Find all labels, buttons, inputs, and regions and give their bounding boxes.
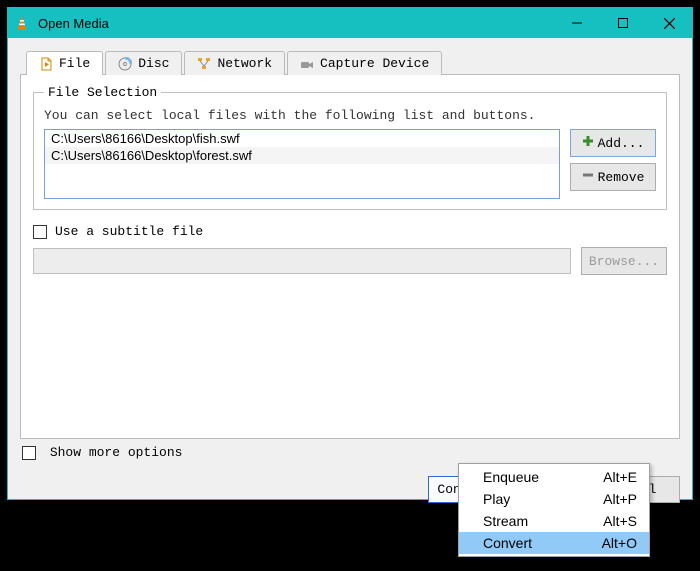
minimize-button[interactable] <box>554 8 600 38</box>
window-title: Open Media <box>38 16 554 31</box>
subtitle-path-input <box>33 248 571 274</box>
file-selection-hint: You can select local files with the foll… <box>44 108 656 123</box>
show-more-checkbox[interactable] <box>22 446 36 460</box>
tabpanel-file: File Selection You can select local file… <box>20 74 680 439</box>
tab-network[interactable]: Network <box>184 51 285 75</box>
tabbar: File Disc Network Capture Device <box>26 50 680 74</box>
tab-label: Disc <box>138 56 169 71</box>
capture-icon <box>300 57 314 71</box>
minus-icon <box>582 169 594 185</box>
tab-capture[interactable]: Capture Device <box>287 51 442 75</box>
subtitle-checkbox-label: Use a subtitle file <box>55 224 203 239</box>
menu-item-label: Stream <box>483 513 603 529</box>
subtitle-checkbox[interactable] <box>33 225 47 239</box>
menu-item-label: Play <box>483 491 603 507</box>
tab-file[interactable]: File <box>26 51 103 75</box>
content-area: File Disc Network Capture Device <box>8 38 692 468</box>
menu-play[interactable]: Play Alt+P <box>459 488 649 510</box>
browse-button-label: Browse... <box>589 254 659 269</box>
remove-button[interactable]: Remove <box>570 163 656 191</box>
open-media-window: Open Media File Disc <box>7 7 693 500</box>
remove-button-label: Remove <box>598 170 645 185</box>
tab-label: Network <box>217 56 272 71</box>
plus-icon <box>582 135 594 151</box>
file-list[interactable]: C:\Users\86166\Desktop\fish.swf C:\Users… <box>44 129 560 199</box>
browse-button: Browse... <box>581 247 667 275</box>
disc-icon <box>118 57 132 71</box>
tab-disc[interactable]: Disc <box>105 51 182 75</box>
subtitle-row: Use a subtitle file <box>33 224 667 239</box>
menu-item-label: Enqueue <box>483 469 603 485</box>
menu-item-accel: Alt+O <box>602 535 637 551</box>
network-icon <box>197 57 211 71</box>
menu-item-accel: Alt+S <box>603 513 637 529</box>
file-selection-legend: File Selection <box>44 85 161 100</box>
add-button[interactable]: Add... <box>570 129 656 157</box>
tab-label: Capture Device <box>320 56 429 71</box>
file-icon <box>39 57 53 71</box>
file-list-item[interactable]: C:\Users\86166\Desktop\fish.swf <box>45 130 559 147</box>
menu-item-accel: Alt+E <box>603 469 637 485</box>
file-selection-group: File Selection You can select local file… <box>33 85 667 210</box>
menu-item-label: Convert <box>483 535 602 551</box>
add-button-label: Add... <box>598 136 645 151</box>
menu-stream[interactable]: Stream Alt+S <box>459 510 649 532</box>
show-more-label: Show more options <box>50 445 183 460</box>
menu-enqueue[interactable]: Enqueue Alt+E <box>459 466 649 488</box>
file-list-item[interactable]: C:\Users\86166\Desktop\forest.swf <box>45 147 559 164</box>
titlebar: Open Media <box>8 8 692 38</box>
close-button[interactable] <box>646 8 692 38</box>
menu-item-accel: Alt+P <box>603 491 637 507</box>
menu-convert[interactable]: Convert Alt+O <box>459 532 649 554</box>
maximize-button[interactable] <box>600 8 646 38</box>
vlc-icon <box>14 15 30 31</box>
convert-save-menu: Enqueue Alt+E Play Alt+P Stream Alt+S Co… <box>458 463 650 557</box>
tab-label: File <box>59 56 90 71</box>
